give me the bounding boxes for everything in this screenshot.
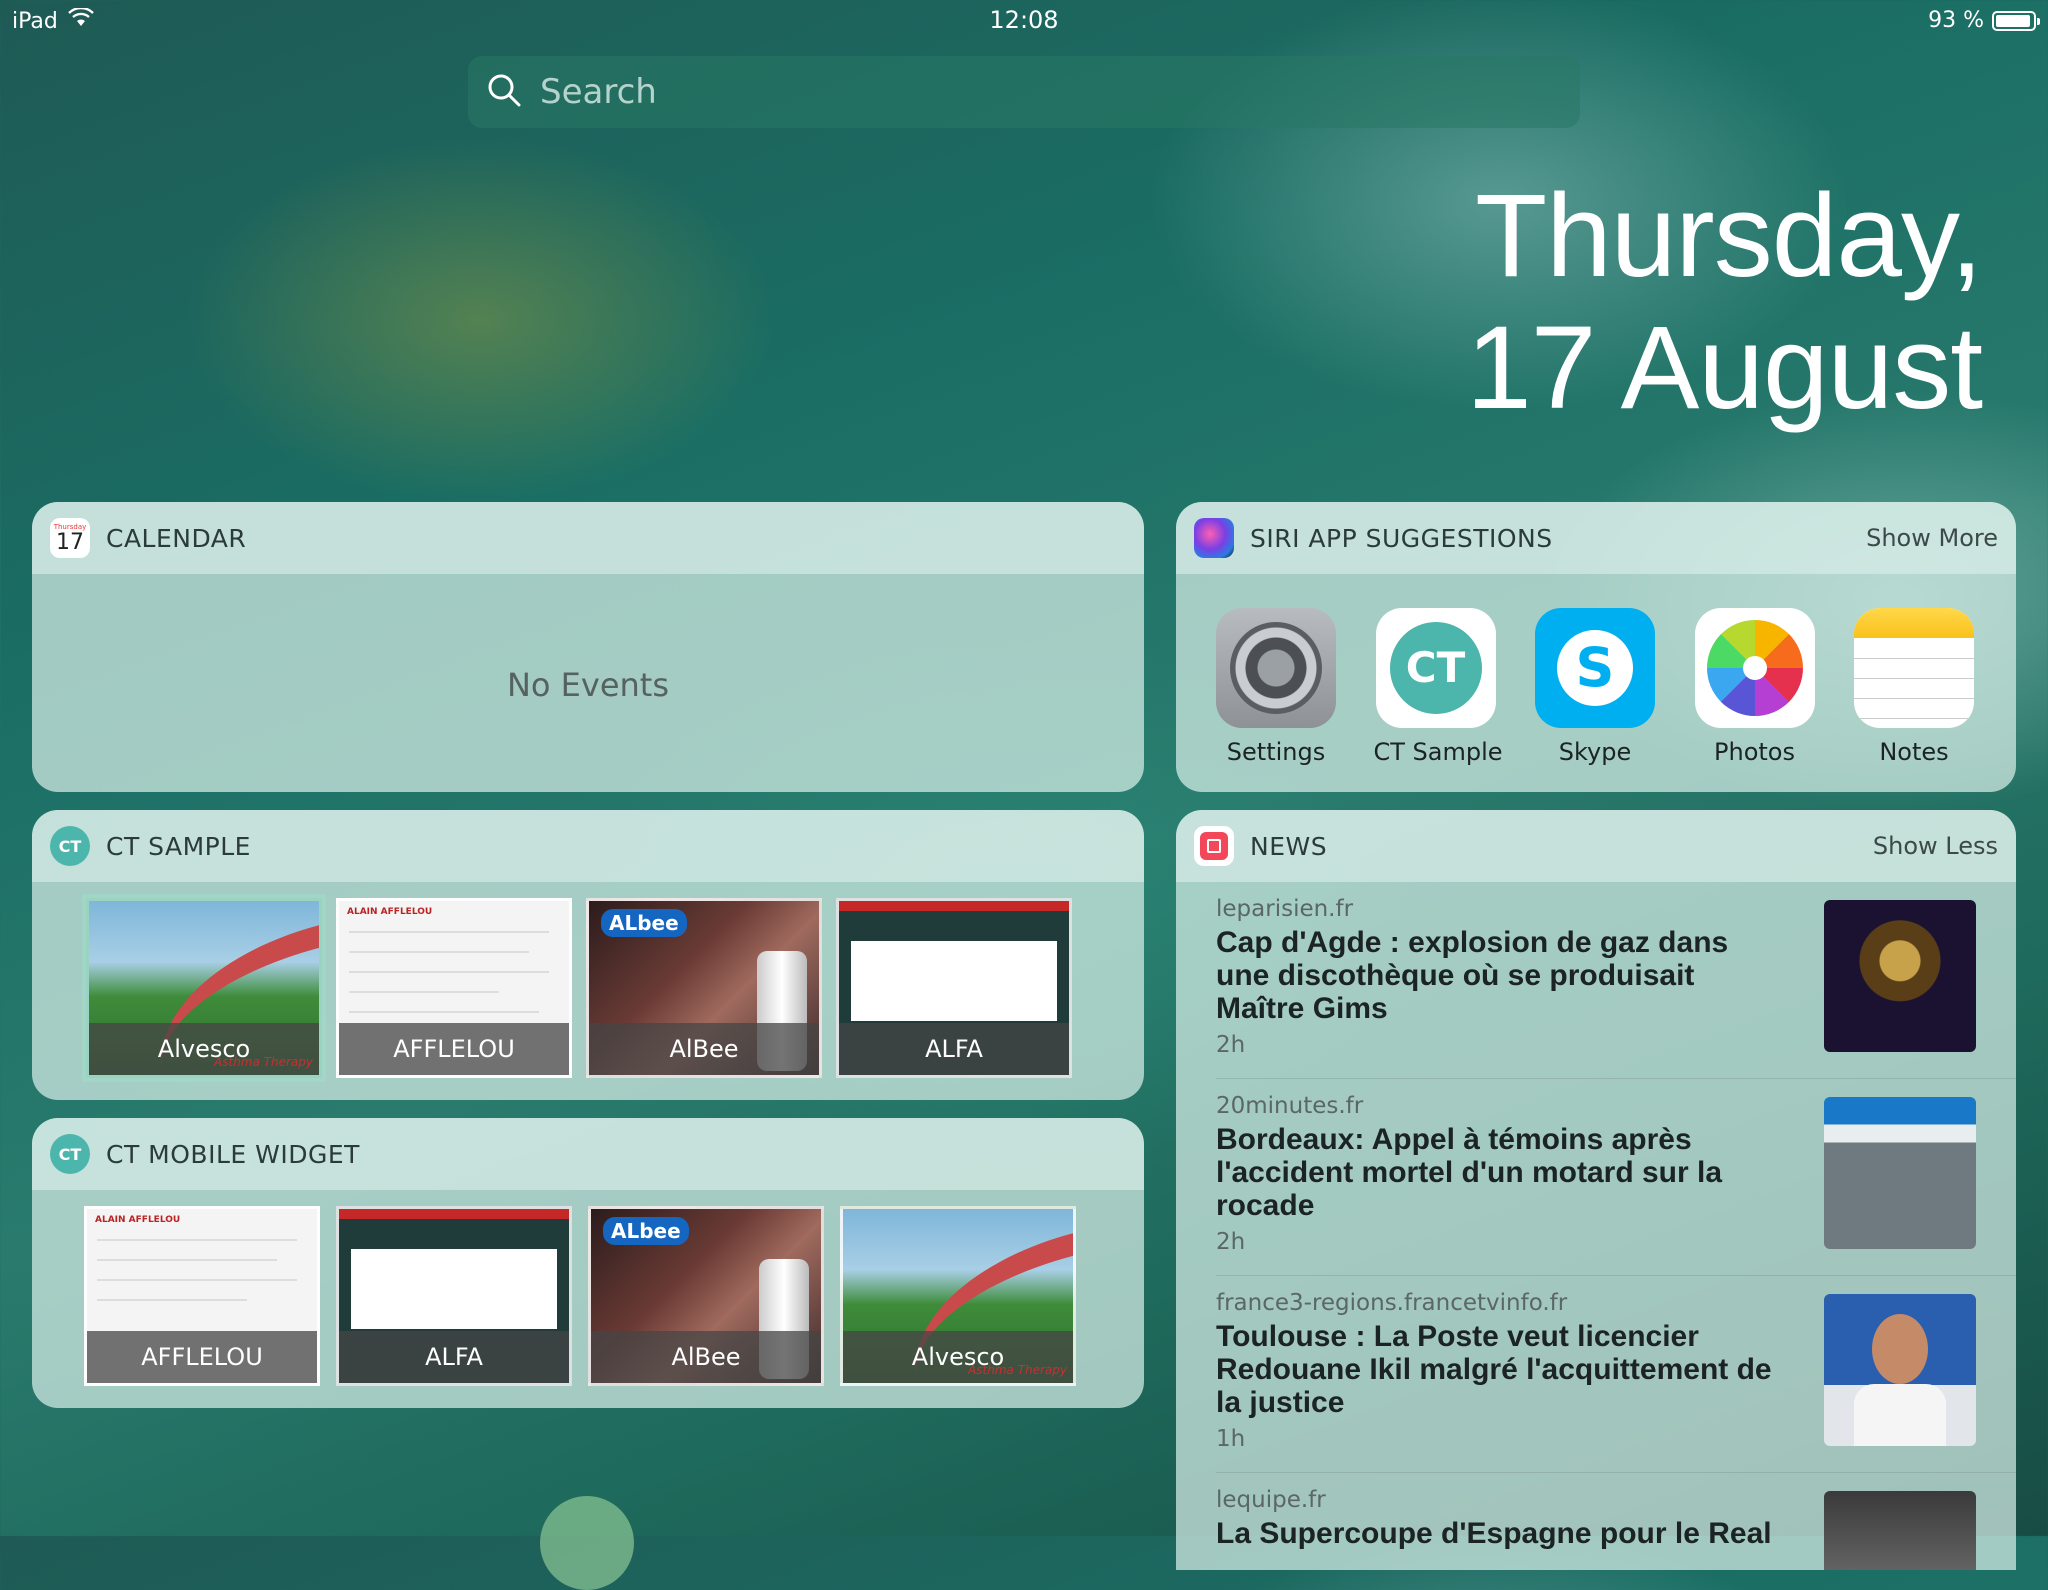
news-thumbnail: [1824, 1294, 1976, 1446]
news-headline: La Supercoupe d'Espagne pour le Real: [1216, 1517, 1772, 1550]
siri-widget-header: SIRI APP SUGGESTIONS Show More: [1176, 502, 2016, 574]
app-label: CT Sample: [1373, 738, 1503, 766]
news-source: 20minutes.fr: [1216, 1093, 1364, 1119]
show-less-button[interactable]: Show Less: [1873, 832, 1998, 860]
news-source: france3-regions.francetvinfo.fr: [1216, 1290, 1568, 1316]
app-label: Photos: [1714, 738, 1795, 766]
ct-sample-widget-title: CT SAMPLE: [106, 831, 251, 861]
date-display: Thursday, 17 August: [1466, 170, 1983, 434]
search-input[interactable]: [538, 71, 1580, 113]
siri-widget-title: SIRI APP SUGGESTIONS: [1250, 523, 1553, 553]
siri-icon: [1194, 518, 1234, 558]
news-source: leparisien.fr: [1216, 896, 1354, 922]
status-time: 12:08: [989, 6, 1059, 34]
siri-app-notes[interactable]: Notes: [1852, 608, 1976, 766]
news-age: 1h: [1216, 1426, 1246, 1452]
news-widget: NEWS Show Less leparisien.fr Cap d'Agde …: [1176, 810, 2016, 1570]
ct-sample-item-afflelou[interactable]: ALAIN AFFLELOU AFFLELOU: [336, 898, 572, 1078]
thumb-label: ALFA: [339, 1331, 569, 1383]
siri-app-settings[interactable]: Settings: [1214, 608, 1338, 766]
news-item[interactable]: france3-regions.francetvinfo.fr Toulouse…: [1216, 1276, 2016, 1473]
ct-mobile-item-afflelou[interactable]: ALAIN AFFLELOU AFFLELOU: [84, 1206, 320, 1386]
news-thumbnail: [1824, 1491, 1976, 1570]
calendar-widget-title: CALENDAR: [106, 523, 247, 553]
ct-mobile-widget-header[interactable]: CT CT MOBILE WIDGET: [32, 1118, 1144, 1190]
status-bar: iPad 12:08 93 %: [0, 0, 2048, 40]
thumb-subtitle: Asthma Therapy: [968, 1363, 1067, 1377]
show-more-button[interactable]: Show More: [1866, 524, 1998, 552]
siri-suggestions-widget: SIRI APP SUGGESTIONS Show More Settings …: [1176, 502, 2016, 792]
thumb-label: ALFA: [839, 1023, 1069, 1075]
app-label: Notes: [1879, 738, 1949, 766]
thumb-label: AFFLELOU: [87, 1331, 317, 1383]
ct-sample-icon: CT: [1375, 608, 1496, 728]
photos-icon: [1694, 608, 1815, 728]
news-item[interactable]: lequipe.fr La Supercoupe d'Espagne pour …: [1216, 1473, 2016, 1570]
notes-icon: [1854, 608, 1974, 728]
calendar-widget: Thursday 17 CALENDAR No Events: [32, 502, 1144, 792]
date-weekday: Thursday,: [1475, 170, 1983, 302]
date-day-month: 17 August: [1466, 302, 1983, 434]
news-app-icon: [1194, 826, 1234, 866]
search-icon: [486, 72, 522, 112]
app-label: Settings: [1226, 738, 1326, 766]
thumb-label: AlBee: [589, 1023, 819, 1075]
siri-app-ct-sample[interactable]: CT CT Sample: [1373, 608, 1503, 766]
siri-app-skype[interactable]: S Skype: [1533, 608, 1657, 766]
ct-mobile-widget-title: CT MOBILE WIDGET: [106, 1139, 360, 1169]
no-events-text: No Events: [506, 666, 670, 704]
thumb-label: AFFLELOU: [339, 1023, 569, 1075]
ct-mobile-item-albee[interactable]: ALbee AlBee: [588, 1206, 824, 1386]
news-widget-title: NEWS: [1250, 831, 1328, 861]
calendar-icon-day: 17: [56, 530, 84, 555]
calendar-icon: Thursday 17: [50, 518, 90, 558]
ct-mobile-item-alvesco[interactable]: Asthma Therapy Alvesco: [840, 1206, 1076, 1386]
news-item[interactable]: leparisien.fr Cap d'Agde : explosion de …: [1216, 882, 2016, 1079]
skype-icon: S: [1535, 608, 1655, 728]
search-bar[interactable]: [468, 56, 1580, 128]
news-widget-header: NEWS Show Less: [1176, 810, 2016, 882]
news-age: 2h: [1216, 1032, 1246, 1058]
settings-icon: [1216, 608, 1336, 728]
thumb-subtitle: Asthma Therapy: [214, 1055, 313, 1069]
battery-icon: [1992, 10, 2040, 31]
ct-mobile-widget: CT CT MOBILE WIDGET ALAIN AFFLELOU AFFLE…: [32, 1118, 1144, 1408]
news-source: lequipe.fr: [1216, 1487, 1326, 1513]
ct-sample-widget-header[interactable]: CT CT SAMPLE: [32, 810, 1144, 882]
siri-app-photos[interactable]: Photos: [1693, 608, 1817, 766]
ct-mobile-item-alfa[interactable]: ALFA: [336, 1206, 572, 1386]
news-thumbnail: [1824, 1097, 1976, 1249]
calendar-widget-header[interactable]: Thursday 17 CALENDAR: [32, 502, 1144, 574]
ct-sample-item-albee[interactable]: ALbee AlBee: [586, 898, 822, 1078]
ct-sample-item-alfa[interactable]: ALFA: [836, 898, 1072, 1078]
news-headline: Bordeaux: Appel à témoins après l'accide…: [1216, 1123, 1723, 1222]
ct-sample-widget: CT CT SAMPLE Asthma Therapy Alvesco ALAI…: [32, 810, 1144, 1100]
news-age: 2h: [1216, 1229, 1246, 1255]
app-label: Skype: [1558, 738, 1632, 766]
edit-button[interactable]: [540, 1496, 634, 1590]
thumb-label: AlBee: [591, 1331, 821, 1383]
news-headline: Toulouse : La Poste veut licencier Redou…: [1216, 1320, 1772, 1419]
ct-sample-icon: CT: [50, 826, 90, 866]
ct-sample-item-alvesco[interactable]: Asthma Therapy Alvesco: [86, 898, 322, 1078]
news-headline: Cap d'Agde : explosion de gaz dans une d…: [1216, 926, 1729, 1025]
ct-mobile-icon: CT: [50, 1134, 90, 1174]
battery-percent: 93 %: [1928, 8, 1984, 33]
news-thumbnail: [1824, 900, 1976, 1052]
news-item[interactable]: 20minutes.fr Bordeaux: Appel à témoins a…: [1216, 1079, 2016, 1276]
